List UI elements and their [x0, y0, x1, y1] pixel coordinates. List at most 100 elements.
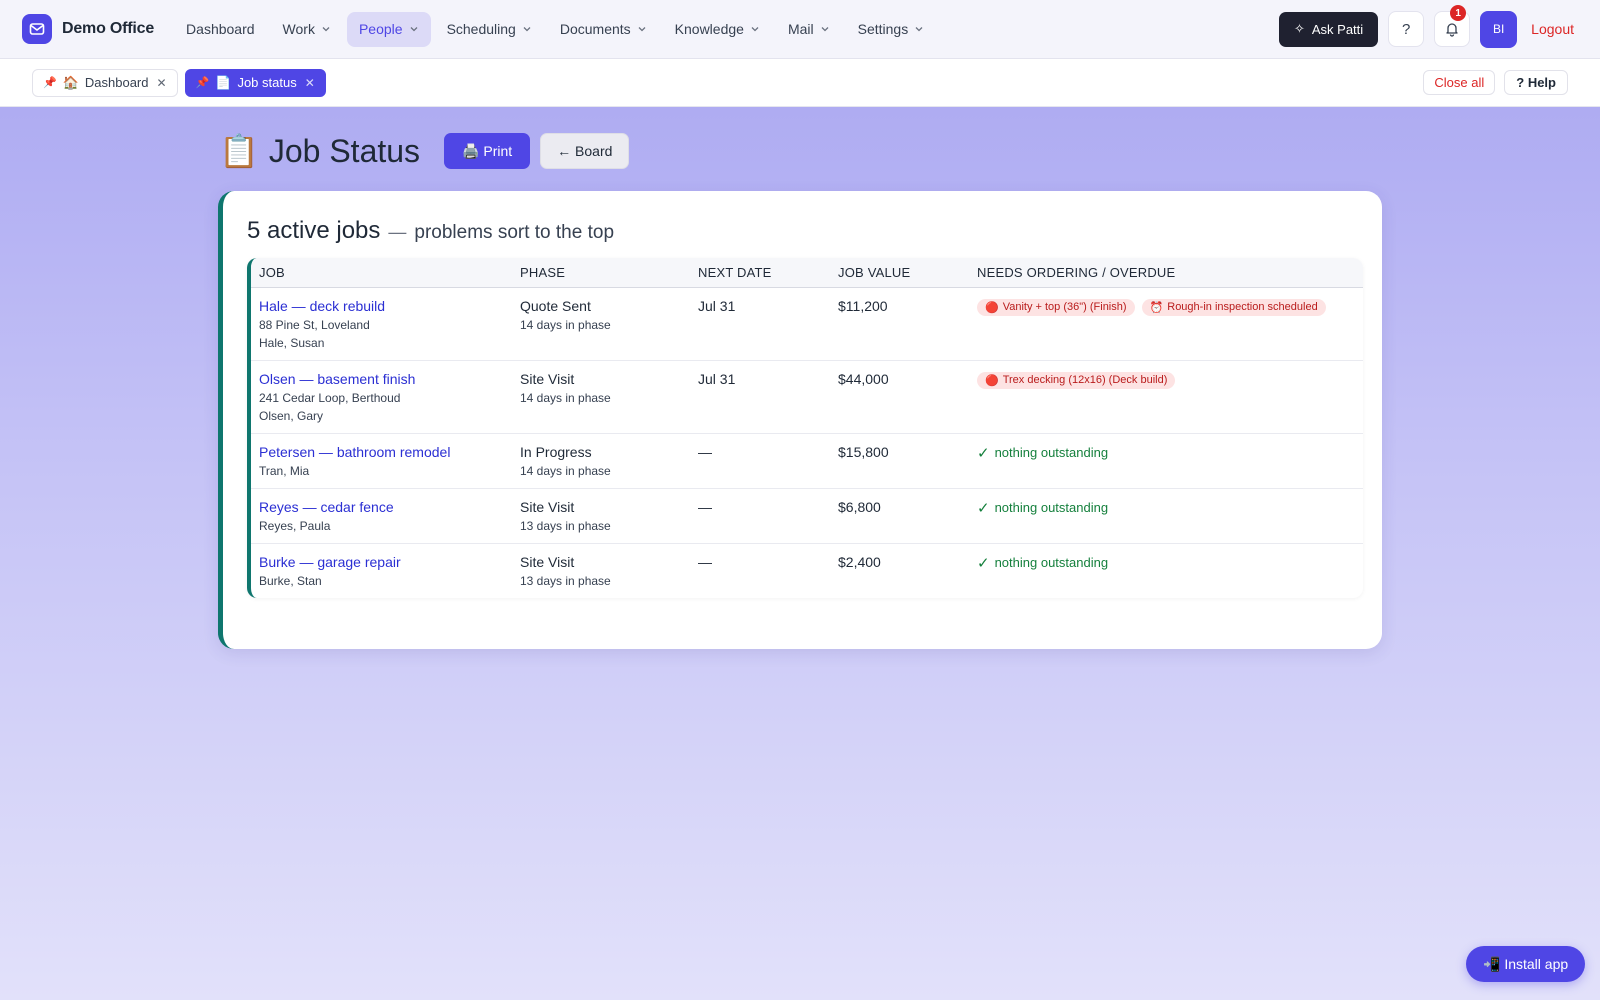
client-name: Tran, Mia	[259, 463, 310, 478]
clipboard-icon: 📋	[219, 133, 259, 169]
nav-item-label: Dashboard	[186, 21, 255, 37]
issue-text: Vanity + top (36") (Finish)	[1002, 301, 1127, 313]
pin-icon[interactable]: 📌	[196, 76, 210, 89]
status-ok-text: nothing outstanding	[994, 555, 1109, 570]
client-name: Olsen, Gary	[259, 408, 324, 423]
issue-badge: ⏰ Rough-in inspection scheduled	[1141, 298, 1326, 316]
status-ok: ✓ nothing outstanding	[977, 554, 1108, 572]
nav-item-label: Settings	[857, 21, 909, 37]
issue-text: Trex decking (12x16) (Deck build)	[1002, 374, 1168, 386]
table-row: Reyes — cedar fence Reyes, Paula Site Visi…	[251, 488, 1363, 544]
alarm-clock-icon: ⏰	[1149, 301, 1164, 314]
nav-item-dashboard[interactable]: Dashboard	[174, 12, 267, 47]
chevron-down-icon	[410, 27, 418, 32]
job-value-cell: $11,200	[830, 287, 969, 361]
issue-badge: 🔴 Vanity + top (36") (Finish)	[977, 298, 1135, 316]
nav-menu: Dashboard Work People Scheduling Documents Kn…	[174, 11, 937, 47]
top-navigation: Demo Office Dashboard Work People Schedulin…	[0, 0, 1600, 59]
page-title-text: Job Status	[268, 132, 421, 169]
table-body: Hale — deck rebuild 88 Pine St, Loveland H…	[251, 287, 1363, 598]
phase-cell: In Progress 14 days in phase	[512, 433, 690, 489]
active-jobs-count: 5 active jobs	[247, 217, 381, 244]
table-header-row: JOB PHASE NEXT DATE JOB VALUE NEEDS ORDERING…	[251, 258, 1363, 288]
job-cell: Burke — garage repair Burke, Stan	[251, 543, 512, 598]
next-date-cell: —	[690, 433, 830, 489]
nav-item-scheduling[interactable]: Scheduling	[435, 12, 544, 47]
phase-name: Site Visit	[520, 498, 575, 515]
tab-dashboard[interactable]: 📌 🏠 Dashboard ✕	[32, 68, 178, 97]
chevron-down-icon	[915, 27, 923, 32]
help-button[interactable]: ?	[1388, 11, 1425, 47]
next-date-cell: —	[690, 543, 830, 598]
job-value: $44,000	[838, 370, 889, 387]
days-in-phase: 13 days in phase	[520, 573, 611, 588]
back-to-board-button[interactable]: ← Board	[540, 133, 630, 169]
logout-link[interactable]: Logout	[1531, 21, 1574, 37]
next-date-cell: Jul 31	[690, 287, 830, 361]
chevron-down-icon	[638, 27, 646, 32]
job-link[interactable]: Olsen — basement finish	[259, 371, 504, 387]
nav-item-work[interactable]: Work	[271, 12, 343, 47]
open-tabs-bar: 📌 🏠 Dashboard ✕ 📌 📄 Job status ✕ Close all ? He…	[0, 59, 1600, 107]
close-icon[interactable]: ✕	[305, 76, 315, 90]
nav-item-mail[interactable]: Mail	[776, 12, 842, 47]
job-link[interactable]: Reyes — cedar fence	[259, 499, 504, 515]
job-value-cell: $2,400	[830, 543, 969, 598]
notifications-button[interactable]: 1	[1434, 5, 1471, 47]
phase-cell: Quote Sent 14 days in phase	[512, 287, 690, 361]
nav-item-people[interactable]: People	[346, 11, 431, 47]
chevron-down-icon	[322, 27, 330, 32]
nav-item-label: Mail	[787, 21, 814, 37]
close-all-button[interactable]: Close all	[1423, 70, 1496, 95]
status-ok: ✓ nothing outstanding	[977, 499, 1108, 517]
job-value-cell: $44,000	[830, 360, 969, 434]
chevron-down-icon	[821, 27, 829, 32]
nav-item-label: Scheduling	[446, 21, 516, 37]
job-link[interactable]: Petersen — bathroom remodel	[259, 444, 504, 460]
next-date-cell: Jul 31	[690, 360, 830, 434]
tabs-actions: Close all ? Help	[1423, 70, 1568, 95]
issues-cell: ✓ nothing outstanding	[969, 433, 1363, 489]
phase-name: Site Visit	[520, 553, 575, 570]
job-link[interactable]: Burke — garage repair	[259, 554, 504, 570]
tab-job-status[interactable]: 📌 📄 Job status ✕	[184, 68, 326, 97]
issue-badge: 🔴 Trex decking (12x16) (Deck build)	[977, 371, 1176, 389]
job-cell: Olsen — basement finish 241 Cedar Loop, B…	[251, 360, 512, 434]
brand[interactable]: Demo Office	[22, 14, 154, 44]
print-button[interactable]: 🖨️ Print	[444, 133, 531, 169]
job-value: $15,800	[838, 443, 889, 460]
tab-label: Dashboard	[84, 75, 149, 90]
mail-icon	[22, 14, 52, 44]
phase-name: Site Visit	[520, 370, 575, 387]
column-header: NEXT DATE	[690, 258, 830, 288]
column-header: JOB VALUE	[830, 258, 969, 288]
user-avatar[interactable]: BI	[1480, 10, 1518, 48]
job-value: $11,200	[838, 297, 888, 314]
table-row: Olsen — basement finish 241 Cedar Loop, B…	[251, 360, 1363, 434]
install-app-button[interactable]: 📲 Install app	[1466, 946, 1586, 982]
close-icon[interactable]: ✕	[157, 76, 167, 90]
pin-icon[interactable]: 📌	[43, 76, 57, 89]
ask-patti-label: Ask Patti	[1311, 21, 1364, 37]
help-tab-button[interactable]: ? Help	[1504, 70, 1568, 95]
nav-item-settings[interactable]: Settings	[846, 12, 937, 47]
table-row: Petersen — bathroom remodel Tran, Mia In P…	[251, 433, 1363, 489]
notification-count-badge: 1	[1450, 5, 1467, 21]
nav-item-documents[interactable]: Documents	[548, 12, 659, 47]
tab-label: Job status	[237, 75, 297, 90]
issues-cell: 🔴 Vanity + top (36") (Finish) ⏰ Rough-in in…	[969, 287, 1363, 361]
checkmark-icon: ✓	[977, 444, 990, 462]
chevron-down-icon	[523, 27, 531, 32]
ask-patti-button[interactable]: ✧ Ask Patti	[1278, 11, 1379, 47]
days-in-phase: 14 days in phase	[520, 317, 611, 332]
job-link[interactable]: Hale — deck rebuild	[259, 298, 504, 314]
nav-item-label: People	[358, 21, 403, 37]
phase-cell: Site Visit 13 days in phase	[512, 488, 690, 544]
red-circle-icon: 🔴	[985, 374, 999, 387]
job-cell: Reyes — cedar fence Reyes, Paula	[251, 488, 512, 544]
status-ok-text: nothing outstanding	[994, 445, 1109, 460]
summary-heading: 5 active jobs — problems sort to the top	[247, 217, 614, 245]
phase-cell: Site Visit 14 days in phase	[512, 360, 690, 434]
bell-icon	[1446, 23, 1458, 37]
nav-item-knowledge[interactable]: Knowledge	[663, 12, 772, 47]
